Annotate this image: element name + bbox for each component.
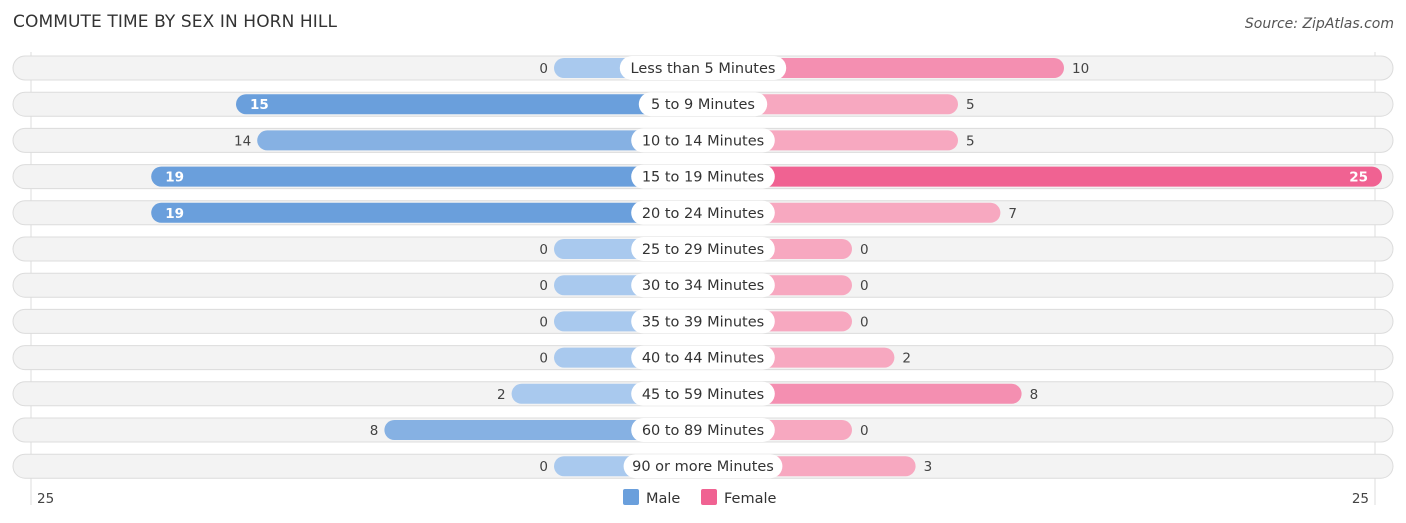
category-label: 60 to 89 Minutes	[642, 423, 764, 439]
female-value: 0	[860, 314, 869, 330]
male-value: 0	[539, 242, 548, 258]
legend-label-female: Female	[724, 491, 777, 507]
male-value: 0	[539, 278, 548, 294]
female-value: 10	[1072, 61, 1089, 77]
male-value: 2	[497, 387, 506, 403]
category-label: 30 to 34 Minutes	[642, 278, 764, 294]
male-bar	[151, 202, 703, 223]
male-value: 19	[165, 170, 184, 186]
legend-label-male: Male	[646, 491, 680, 507]
female-value: 7	[1008, 206, 1017, 222]
male-value: 14	[234, 133, 251, 149]
male-value: 0	[539, 61, 548, 77]
category-label: 20 to 24 Minutes	[642, 206, 764, 222]
legend-swatch-female	[701, 489, 717, 505]
category-label: 40 to 44 Minutes	[642, 351, 764, 367]
category-label: 5 to 9 Minutes	[651, 97, 755, 113]
male-bar	[236, 94, 703, 115]
female-value: 5	[966, 133, 975, 149]
category-label: 90 or more Minutes	[632, 459, 774, 475]
male-value: 8	[370, 423, 379, 439]
female-value: 0	[860, 278, 869, 294]
male-value: 0	[539, 314, 548, 330]
male-value: 19	[165, 206, 184, 222]
category-label: 25 to 29 Minutes	[642, 242, 764, 258]
female-value: 8	[1030, 387, 1039, 403]
legend-swatch-male	[623, 489, 639, 505]
axis-label-left: 25	[37, 491, 54, 507]
male-value: 0	[539, 459, 548, 475]
female-value: 5	[966, 97, 975, 113]
female-value: 0	[860, 423, 869, 439]
axis-label-right: 25	[1352, 491, 1369, 507]
female-value: 25	[1349, 170, 1368, 186]
male-bar	[151, 166, 703, 187]
category-label: 15 to 19 Minutes	[642, 170, 764, 186]
male-value: 15	[250, 97, 269, 113]
category-label: Less than 5 Minutes	[631, 61, 776, 77]
male-value: 0	[539, 351, 548, 367]
category-label: 45 to 59 Minutes	[642, 387, 764, 403]
female-value: 3	[924, 459, 933, 475]
female-value: 0	[860, 242, 869, 258]
female-bar	[703, 166, 1382, 187]
category-label: 35 to 39 Minutes	[642, 314, 764, 330]
chart-canvas: Less than 5 Minutes 0 10 5 to 9 Minutes 15 5 1…	[12, 52, 1394, 507]
female-value: 2	[902, 351, 911, 367]
category-label: 10 to 14 Minutes	[642, 133, 764, 149]
